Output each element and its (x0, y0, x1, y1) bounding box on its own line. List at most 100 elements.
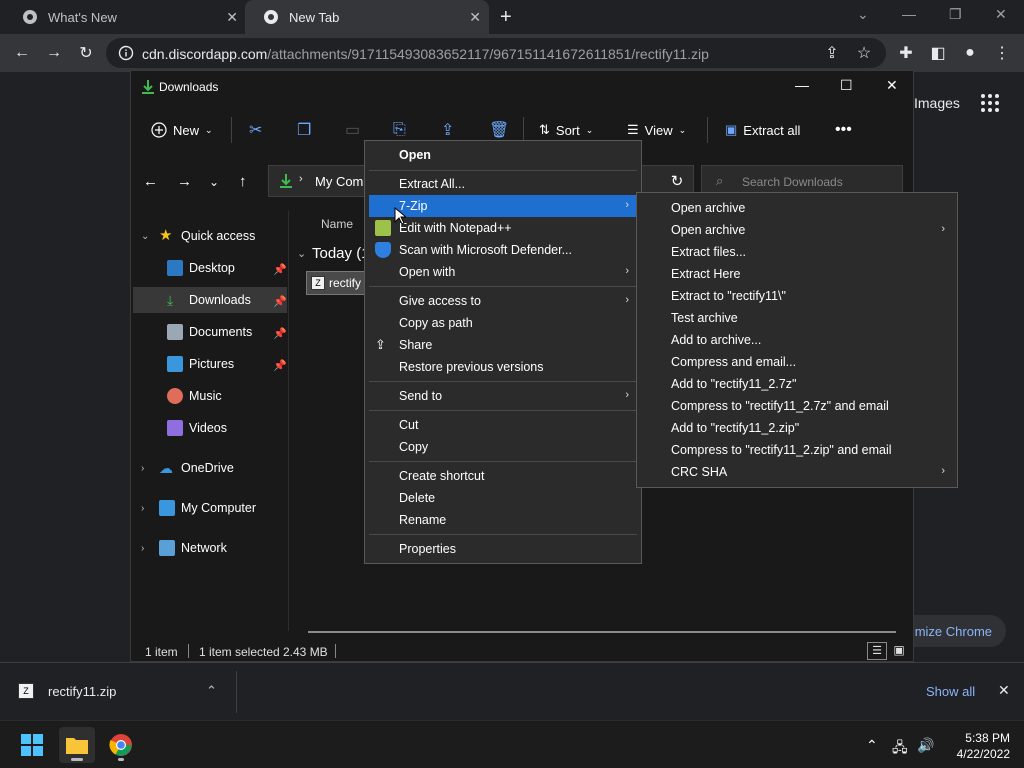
menu-item-copy-as-path[interactable]: Copy as path (369, 312, 637, 334)
paste-icon[interactable]: ▭ (345, 119, 360, 141)
sort-button[interactable]: ⇅ Sort ⌄ (539, 119, 593, 141)
reload-icon[interactable]: ↻ (76, 43, 96, 63)
forward-arrow-icon[interactable]: → (177, 173, 192, 190)
tab-new-tab[interactable]: New Tab ✕ (245, 0, 489, 34)
menu-kebab-icon[interactable]: ⋮ (992, 43, 1012, 63)
nav-downloads[interactable]: ⤓ Downloads (133, 287, 287, 313)
nav-pictures[interactable]: Pictures (167, 351, 285, 377)
close-icon[interactable]: ✕ (998, 682, 1010, 699)
address-bar[interactable]: cdn.discordapp.com/attachments/917115493… (106, 38, 886, 68)
submenu-item[interactable]: Extract files... (641, 241, 953, 263)
nav-onedrive[interactable]: ☁ OneDrive (159, 455, 285, 481)
nav-network[interactable]: Network (159, 535, 285, 561)
taskbar-clock[interactable]: 5:38 PM 4/22/2022 (940, 730, 1010, 762)
images-link[interactable]: Images (914, 95, 960, 111)
menu-item-open-with[interactable]: Open with › (369, 261, 637, 283)
volume-icon[interactable]: 🔊 (917, 737, 934, 754)
minimize-icon[interactable]: — (902, 6, 916, 22)
menu-item-share[interactable]: ⇪ Share (369, 334, 637, 356)
start-button[interactable] (14, 727, 50, 763)
back-arrow-icon[interactable]: ← (12, 43, 32, 63)
menu-item-7-zip[interactable]: 7-Zip › (369, 195, 637, 217)
submenu-item[interactable]: Add to "rectify11_2.zip" (641, 417, 953, 439)
submenu-item[interactable]: Test archive (641, 307, 953, 329)
menu-item-create-shortcut[interactable]: Create shortcut (369, 465, 637, 487)
taskbar-chrome[interactable] (103, 727, 139, 763)
menu-item-delete[interactable]: Delete (369, 487, 637, 509)
submenu-item[interactable]: Add to archive... (641, 329, 953, 351)
close-window-icon[interactable]: ✕ (886, 77, 898, 94)
nav-quick-access[interactable]: ★ Quick access (159, 223, 285, 249)
share-page-icon[interactable]: ⇪ (822, 43, 842, 63)
customize-chrome-button[interactable]: mize Chrome (900, 615, 1006, 647)
chevron-right-icon[interactable]: › (141, 463, 144, 474)
submenu-item[interactable]: Open archive › (641, 219, 953, 241)
menu-item-cut[interactable]: Cut (369, 414, 637, 436)
delete-trash-icon[interactable]: 🗑 (489, 119, 509, 141)
menu-item-restore-versions[interactable]: Restore previous versions (369, 356, 637, 378)
close-tab-icon[interactable]: ✕ (226, 9, 238, 26)
menu-item-scan-defender[interactable]: Scan with Microsoft Defender... (369, 239, 637, 261)
submenu-item[interactable]: Extract to "rectify11\" (641, 285, 953, 307)
tiles-view-icon[interactable]: ▣ (891, 642, 907, 660)
nav-my-computer[interactable]: My Computer (159, 495, 285, 521)
menu-item-give-access[interactable]: Give access to › (369, 290, 637, 312)
tab-whats-new[interactable]: What's New ✕ (4, 0, 246, 34)
extract-all-button[interactable]: ▣ Extract all (725, 119, 800, 141)
chevron-down-icon[interactable]: ⌄ (297, 247, 306, 260)
up-arrow-icon[interactable]: ↑ (239, 173, 247, 190)
minimize-icon[interactable]: — (795, 77, 809, 93)
rename-icon[interactable]: ⎘ (393, 119, 406, 141)
nav-videos[interactable]: Videos (167, 415, 285, 441)
side-panel-icon[interactable]: ◧ (928, 43, 948, 63)
site-info-icon[interactable] (118, 45, 134, 61)
pin-icon[interactable]: 📌 (273, 263, 287, 276)
menu-item-extract-all[interactable]: Extract All... (369, 173, 637, 195)
submenu-item[interactable]: Open archive (641, 197, 953, 219)
extensions-puzzle-icon[interactable]: ✚ (896, 43, 916, 63)
share-icon[interactable]: ⇪ (441, 119, 454, 141)
tab-search-chevron-icon[interactable]: ⌄ (857, 6, 869, 23)
show-hidden-icons-chevron-icon[interactable]: ⌃ (866, 737, 878, 754)
menu-item-properties[interactable]: Properties (369, 538, 637, 560)
breadcrumb[interactable]: My Comp (315, 174, 371, 189)
menu-item-edit-notepad[interactable]: Edit with Notepad++ (369, 217, 637, 239)
chevron-right-icon[interactable]: › (141, 503, 144, 514)
network-status-icon[interactable]: 🖧 (892, 737, 908, 761)
back-arrow-icon[interactable]: ← (143, 173, 158, 190)
menu-item-rename[interactable]: Rename (369, 509, 637, 531)
chevron-right-icon[interactable]: › (141, 543, 144, 554)
submenu-item[interactable]: Compress to "rectify11_2.zip" and email (641, 439, 953, 461)
profile-avatar-icon[interactable]: ● (960, 43, 980, 63)
new-tab-plus-icon[interactable]: + (500, 6, 512, 29)
nav-music[interactable]: Music (167, 383, 285, 409)
forward-arrow-icon[interactable]: → (44, 43, 64, 63)
pin-icon[interactable]: 📌 (273, 295, 287, 308)
copy-icon[interactable]: ❐ (297, 119, 311, 141)
submenu-item[interactable]: Extract Here (641, 263, 953, 285)
recent-locations-chevron-icon[interactable]: ⌄ (209, 175, 219, 189)
apps-grid-icon[interactable] (980, 93, 1000, 113)
menu-item-send-to[interactable]: Send to › (369, 385, 637, 407)
submenu-item[interactable]: Compress and email... (641, 351, 953, 373)
view-button[interactable]: ☰ View ⌄ (627, 119, 686, 141)
menu-item-open[interactable]: Open (369, 144, 637, 166)
submenu-item[interactable]: Add to "rectify11_2.7z" (641, 373, 953, 395)
download-item[interactable]: Z rectify11.zip (18, 683, 116, 699)
nav-documents[interactable]: Documents (167, 319, 285, 345)
submenu-item[interactable]: Compress to "rectify11_2.7z" and email (641, 395, 953, 417)
group-header-today[interactable]: Today (1 (312, 245, 370, 262)
see-more-ellipsis-icon[interactable]: ••• (835, 119, 852, 141)
close-window-icon[interactable]: ✕ (995, 6, 1007, 23)
new-button[interactable]: New ⌄ (151, 119, 213, 141)
file-item-rectify11-zip[interactable]: Z rectify (306, 271, 366, 295)
nav-desktop[interactable]: Desktop (167, 255, 285, 281)
horizontal-scrollbar[interactable] (308, 631, 896, 633)
show-all-link[interactable]: Show all (926, 684, 975, 699)
chevron-down-icon[interactable]: ⌄ (141, 231, 149, 242)
restore-icon[interactable]: ❐ (949, 6, 962, 23)
pin-icon[interactable]: 📌 (273, 359, 287, 372)
column-header-name[interactable]: Name (321, 217, 353, 231)
menu-item-copy[interactable]: Copy (369, 436, 637, 458)
details-view-icon[interactable]: ☰ (867, 642, 887, 660)
